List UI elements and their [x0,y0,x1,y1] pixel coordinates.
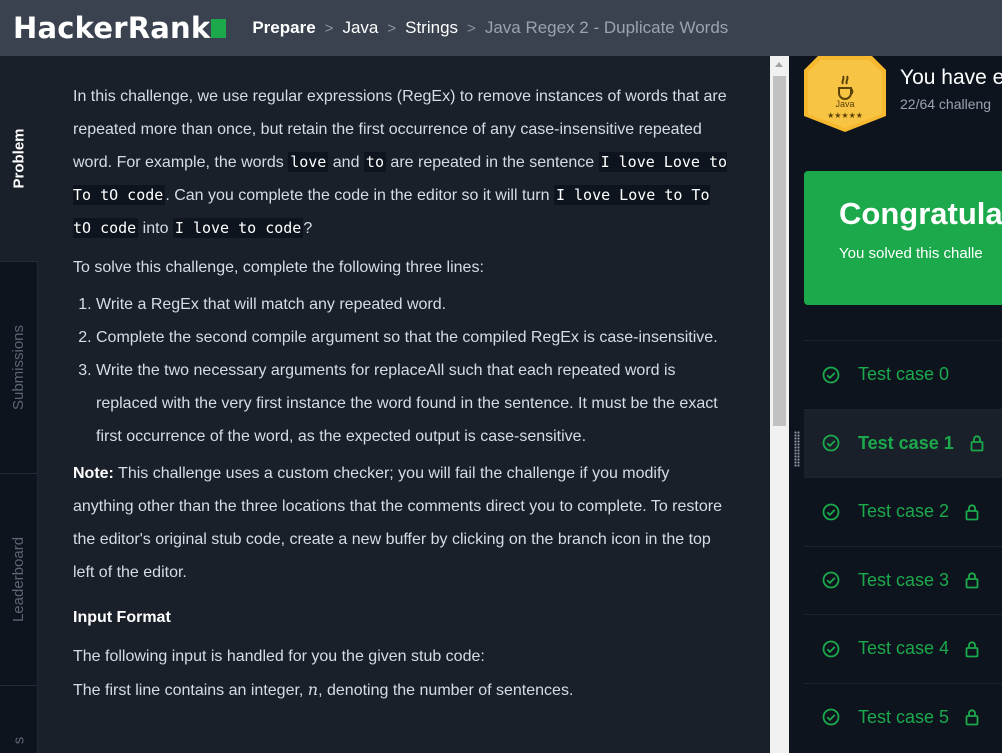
scroll-up-icon[interactable] [775,62,783,67]
check-circle-icon [822,434,840,452]
check-circle-icon [822,366,840,384]
drag-handle-icon[interactable] [794,431,800,467]
test-case-label: Test case 5 [858,706,950,727]
test-case-list: Test case 0 Test case 1 Test case 2 Test ca… [804,340,1002,751]
java-badge-icon: Java ★★★★★ [804,56,886,132]
logo-square-icon [211,19,227,38]
chevron-right-icon: > [324,19,334,37]
input-paragraph-2: The first line contains an integer, n, d… [73,680,574,699]
test-case-row[interactable]: Test case 1 [804,408,1002,477]
top-navbar: HackerRank Prepare > Java > Strings > Ja… [0,0,1002,56]
test-case-row[interactable]: Test case 0 [804,340,1002,409]
lock-icon [965,641,979,658]
tab-submissions-label: Submissions [10,324,28,411]
congrats-title: Congratula [839,196,1002,231]
test-case-label: Test case 3 [858,569,950,590]
check-circle-icon [822,640,840,658]
badge-progress: 22/64 challeng [900,96,992,112]
chevron-right-icon: > [387,19,397,37]
test-case-row[interactable]: Test case 2 [804,477,1002,546]
test-case-label: Test case 0 [858,364,950,385]
input-paragraph-1: The following input is handled for you t… [73,648,485,665]
results-panel: Java ★★★★★ You have e 22/64 challeng Con… [804,56,1002,753]
lock-icon [965,572,979,589]
check-circle-icon [822,571,840,589]
congrats-text: You solved this challe [839,245,983,262]
lock-icon [970,435,984,452]
problem-statement: In this challenge, we use regular expres… [38,56,770,753]
breadcrumb-strings[interactable]: Strings [405,18,458,38]
note-paragraph: Note: This challenge uses a custom check… [73,465,722,581]
instructions-paragraph: To solve this challenge, complete the fo… [73,259,484,276]
tab-discussions[interactable]: s [0,686,38,753]
note-label: Note: [73,465,114,482]
breadcrumb-prepare[interactable]: Prepare [252,18,315,38]
test-case-label: Test case 4 [858,638,950,659]
badge-stars: ★★★★★ [827,111,863,120]
tab-problem[interactable]: Problem [0,56,38,262]
test-case-label: Test case 1 [858,432,954,453]
tab-leaderboard[interactable]: Leaderboard [0,474,38,686]
test-case-row[interactable]: Test case 3 [804,545,1002,614]
breadcrumb: Prepare > Java > Strings > Java Regex 2 … [252,18,728,38]
test-case-label: Test case 2 [858,501,950,522]
steps-list: Write a RegEx that will match any repeat… [96,288,730,453]
hackerrank-logo[interactable]: HackerRank [13,11,227,45]
tab-leaderboard-label: Leaderboard [10,536,28,623]
tab-submissions[interactable]: Submissions [0,262,38,474]
check-circle-icon [822,503,840,521]
code-result: I love to code [172,218,304,238]
lock-icon [965,504,979,521]
code-love: love [288,152,329,172]
intro-paragraph: In this challenge, we use regular expres… [73,88,728,238]
problem-scrollbar[interactable] [770,56,789,753]
math-var-n: n [307,680,319,699]
split-divider[interactable] [789,56,804,753]
check-circle-icon [822,708,840,726]
list-item: Write the two necessary arguments for re… [96,354,730,453]
tab-problem-label: Problem [10,128,28,189]
chevron-right-icon: > [467,19,476,37]
breadcrumb-current: Java Regex 2 - Duplicate Words [484,18,729,37]
badge-label: Java [835,99,854,109]
input-format-heading: Input Format [73,609,171,626]
congrats-banner: Congratula You solved this challe [804,171,1002,305]
badge-title: You have e [900,66,1002,89]
lock-icon [965,709,979,726]
test-case-row[interactable]: Test case 5 [804,682,1002,751]
breadcrumb-java[interactable]: Java [342,18,378,38]
code-to: to [363,152,386,172]
side-tabs: Problem Submissions Leaderboard s [0,56,38,753]
test-case-row[interactable]: Test case 4 [804,614,1002,683]
list-item: Write a RegEx that will match any repeat… [96,288,730,321]
list-item: Complete the second compile argument so … [96,321,730,354]
tab-discussions-label: s [10,736,28,745]
logo-text: HackerRank [13,11,211,45]
scrollbar-thumb[interactable] [773,76,786,426]
